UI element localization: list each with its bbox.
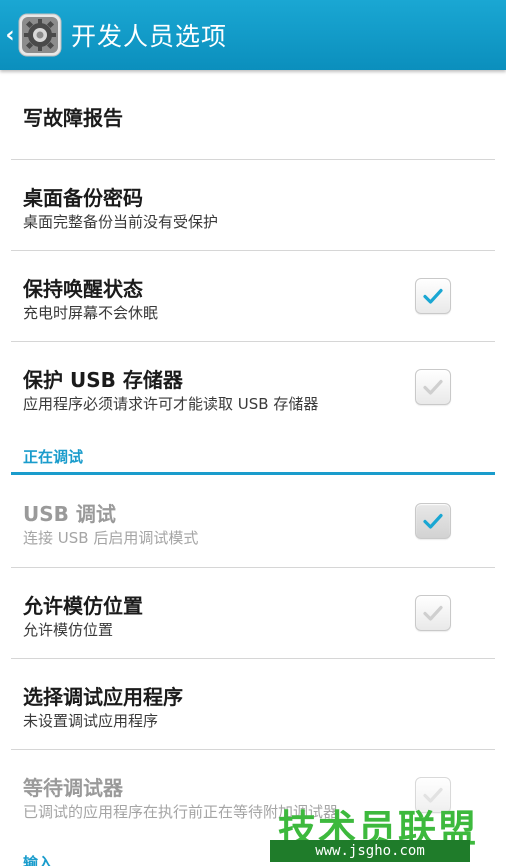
pref-summary: 桌面完整备份当前没有受保护	[23, 213, 219, 231]
pref-summary: 连接 USB 后启用调试模式	[23, 529, 199, 547]
watermark-url: www.jsgho.com	[270, 840, 470, 862]
pref-protect-usb-storage[interactable]: 保护 USB 存储器 应用程序必须请求许可才能读取 USB 存储器	[0, 342, 506, 432]
allow-mock-location-checkbox[interactable]	[415, 595, 451, 631]
pref-summary: 允许模仿位置	[23, 621, 114, 639]
section-header-input: 输入	[23, 854, 54, 866]
pref-title: USB 调试	[23, 502, 116, 526]
pref-summary: 未设置调试应用程序	[23, 712, 159, 730]
pref-title: 等待调试器	[23, 776, 123, 800]
pref-summary: 充电时屏幕不会休眠	[23, 304, 159, 322]
usb-debugging-checkbox[interactable]	[415, 503, 451, 539]
stay-awake-checkbox[interactable]	[415, 278, 451, 314]
pref-title: 允许模仿位置	[23, 594, 143, 618]
checkmark-icon	[423, 288, 443, 304]
pref-title: 选择调试应用程序	[23, 685, 183, 709]
checkmark-icon	[423, 605, 443, 621]
section-header-debugging: 正在调试	[23, 448, 84, 466]
watermark-logo: 技术员联盟 www.jsgho.com	[270, 796, 506, 866]
settings-gear-icon[interactable]	[18, 13, 62, 57]
checkmark-icon	[423, 513, 443, 529]
checkmark-icon	[423, 379, 443, 395]
pref-desktop-backup-password[interactable]: 桌面备份密码 桌面完整备份当前没有受保护	[0, 160, 506, 250]
protect-usb-storage-checkbox[interactable]	[415, 369, 451, 405]
pref-title: 保护 USB 存储器	[23, 368, 183, 392]
page-title: 开发人员选项	[71, 22, 228, 51]
section-divider	[11, 472, 495, 475]
pref-usb-debugging[interactable]: USB 调试 连接 USB 后启用调试模式	[0, 476, 506, 566]
pref-stay-awake[interactable]: 保持唤醒状态 充电时屏幕不会休眠	[0, 251, 506, 341]
pref-select-debug-app[interactable]: 选择调试应用程序 未设置调试应用程序	[0, 659, 506, 749]
pref-summary: 应用程序必须请求许可才能读取 USB 存储器	[23, 395, 319, 413]
pref-allow-mock-location[interactable]: 允许模仿位置 允许模仿位置	[0, 568, 506, 658]
pref-title: 写故障报告	[23, 106, 123, 130]
action-bar: ‹ 开发人员选项	[0, 0, 506, 70]
pref-take-bug-report[interactable]: 写故障报告	[0, 70, 506, 160]
pref-title: 桌面备份密码	[23, 186, 143, 210]
chevron-left-icon[interactable]: ‹	[4, 0, 16, 70]
pref-title: 保持唤醒状态	[23, 277, 143, 301]
